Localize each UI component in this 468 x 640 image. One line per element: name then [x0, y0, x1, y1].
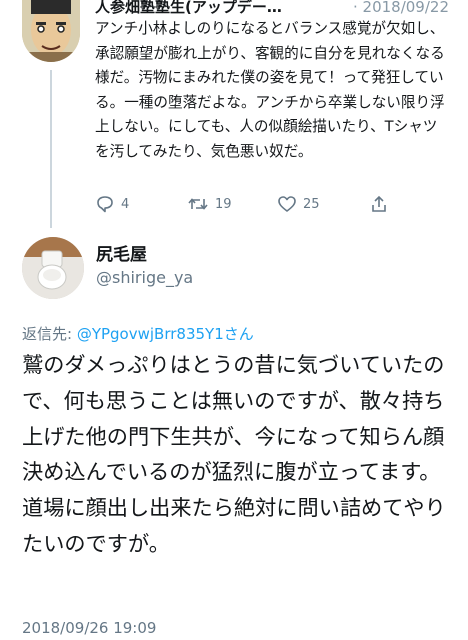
- retweet-icon: [187, 194, 209, 214]
- parent-tweet-text: アンチ小林よしのりになるとバランス感覚が欠如し、承認願望が膨れ上がり、客観的に自…: [95, 20, 445, 160]
- like-count: 25: [303, 196, 320, 212]
- main-tweet-text: 鷲のダメっぷりはとうの昔に気づいていたので、何も思うことは無いのですが、散々持ち…: [22, 352, 446, 556]
- reply-to-prefix: 返信先:: [22, 325, 77, 343]
- parent-tweet-actions: 4 19 25: [95, 192, 395, 216]
- main-author-avatar[interactable]: [22, 237, 84, 299]
- parent-author-name[interactable]: 人参畑塾塾生(アップデー…: [95, 0, 282, 16]
- like-button[interactable]: 25: [277, 192, 320, 216]
- reply-mention-link[interactable]: @YPgovwjBrr835Y1さん: [77, 325, 254, 343]
- main-author-handle[interactable]: @shirige_ya: [96, 268, 193, 288]
- parent-tweet-date[interactable]: · 2018/09/22: [349, 0, 449, 15]
- share-button[interactable]: [369, 192, 389, 216]
- reply-count: 4: [121, 196, 130, 212]
- reply-button[interactable]: 4: [95, 192, 129, 216]
- parent-author-avatar[interactable]: [22, 0, 80, 62]
- retweet-count: 19: [215, 196, 232, 212]
- heart-icon: [277, 194, 297, 214]
- speech-bubble-icon: [95, 194, 115, 214]
- share-icon: [369, 194, 389, 214]
- main-tweet-timestamp[interactable]: 2018/09/26 19:09: [22, 618, 156, 638]
- thread-connector-line: [50, 70, 52, 228]
- retweet-button[interactable]: 19: [187, 192, 232, 216]
- main-author-name[interactable]: 尻毛屋: [96, 245, 147, 265]
- parent-tweet-header: 人参畑塾塾生(アップデー… · 2018/09/22: [95, 0, 455, 18]
- reply-to-line: 返信先: @YPgovwjBrr835Y1さん: [22, 324, 254, 344]
